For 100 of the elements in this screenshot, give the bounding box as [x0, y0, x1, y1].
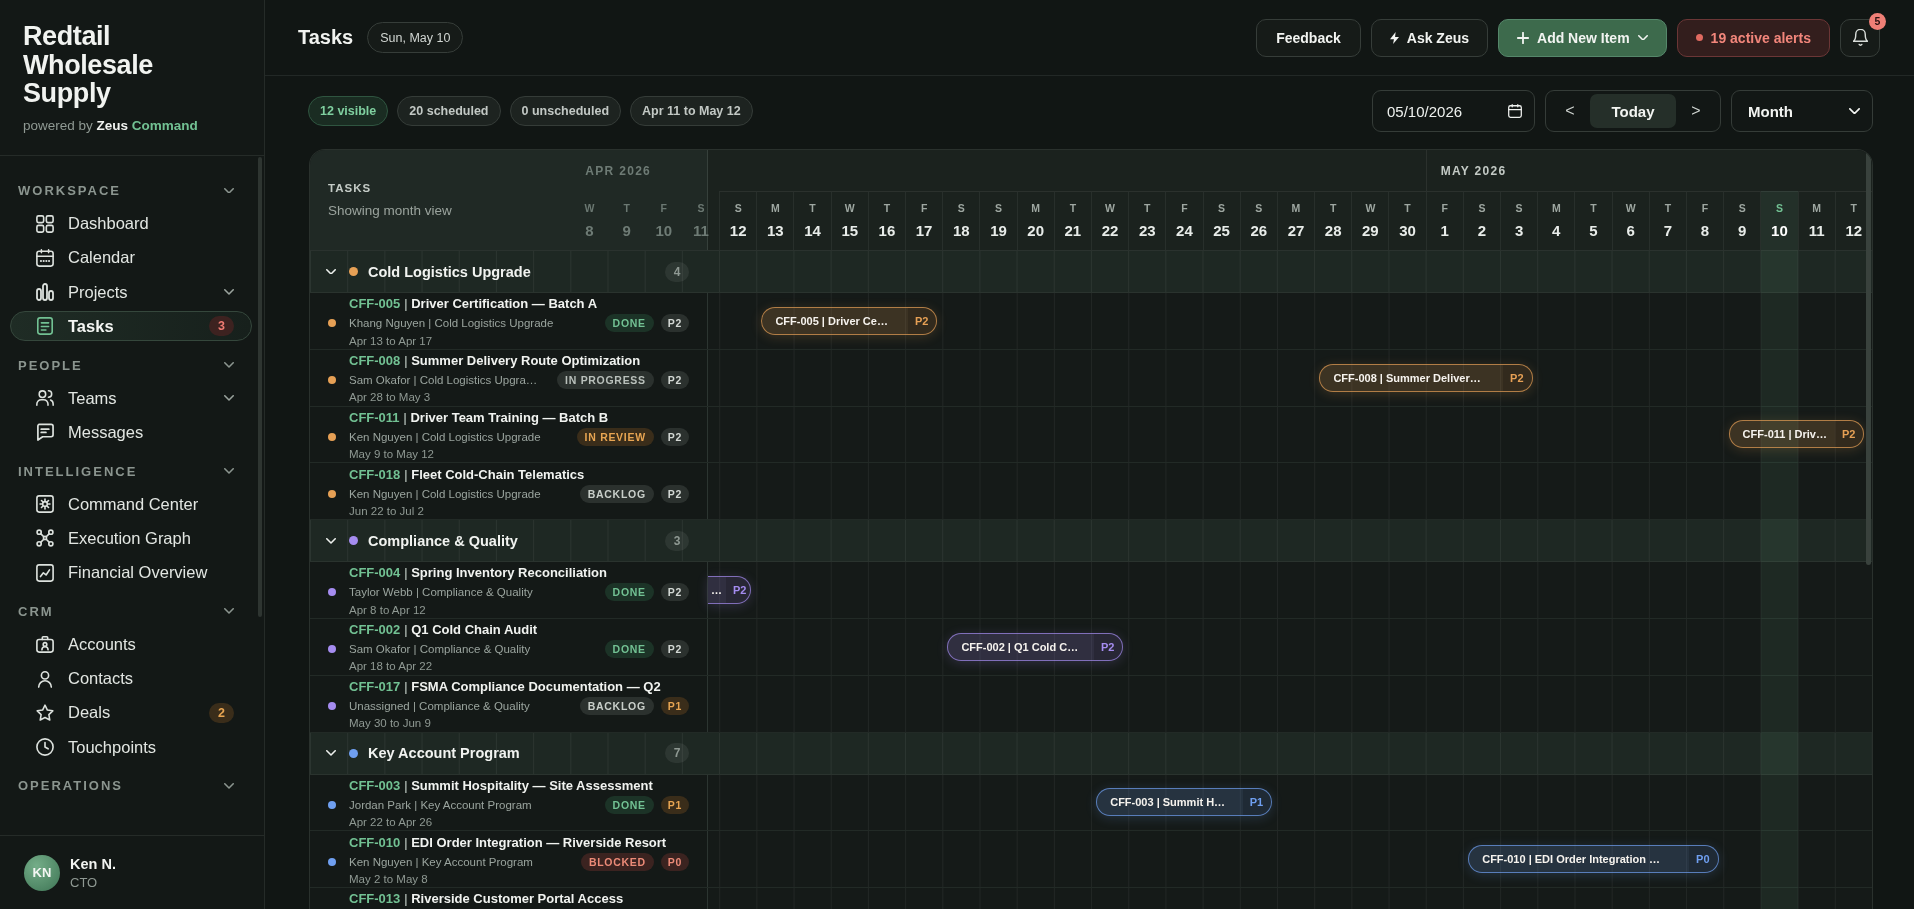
month-label: MAY 2026: [1440, 163, 1507, 178]
weekday-label: T: [883, 202, 891, 215]
nav-item[interactable]: Messages: [10, 417, 252, 448]
task-dates: Jun 22 to Jul 2: [349, 503, 424, 519]
nav-item[interactable]: Calendar: [10, 242, 252, 273]
view-select[interactable]: Month: [1731, 90, 1873, 132]
section-header[interactable]: CRM: [10, 596, 252, 627]
next-button[interactable]: >: [1676, 95, 1716, 127]
task-bar[interactable]: CFF-010 | EDI Order Integration … P0: [1468, 845, 1719, 874]
task-bar[interactable]: CFF-011 | Driv… P2: [1728, 420, 1865, 449]
chat-icon: [36, 423, 54, 442]
bar-chart-icon: [36, 283, 54, 302]
chevron-down-icon: [1849, 107, 1860, 115]
weekday-label: T: [1590, 202, 1597, 215]
weekday-label: M: [1291, 202, 1301, 215]
priority-tag: P1: [1242, 789, 1272, 816]
task-bar[interactable]: CFF-002 | Q1 Cold C… P2: [947, 632, 1124, 661]
task-bar[interactable]: CFF-005 | Driver Ce… P2: [761, 306, 938, 335]
date-label: 1: [1440, 222, 1449, 240]
date-label: 18: [952, 222, 970, 240]
date-label: 28: [1324, 222, 1342, 240]
group-name: Cold Logistics Upgrade: [368, 263, 532, 280]
section-header[interactable]: PEOPLE: [10, 350, 252, 381]
count-badge: 2: [209, 702, 234, 723]
date-label: 23: [1138, 222, 1156, 240]
weekday-label: T: [1850, 202, 1857, 215]
chevron-down-icon[interactable]: [326, 750, 336, 756]
date-label: 8: [585, 222, 594, 240]
chevron-down-icon[interactable]: [326, 268, 336, 275]
weekday-label: M: [770, 202, 780, 215]
date-label: 17: [915, 222, 933, 240]
section-header[interactable]: INTELLIGENCE: [10, 456, 252, 487]
date-label: 10: [655, 222, 673, 240]
alerts-button[interactable]: 19 active alerts: [1676, 18, 1830, 57]
weekday-label: T: [623, 202, 630, 215]
date-label: 8: [1700, 222, 1710, 240]
task-meta: Sam Okafor | Cold Logistics Upgra…: [349, 374, 539, 387]
date-label: 6: [1626, 222, 1635, 240]
nav-item[interactable]: Dashboard: [10, 208, 252, 239]
date-label: 9: [622, 222, 631, 240]
panel-title: TASKS: [328, 181, 372, 196]
section-header[interactable]: WORKSPACE: [10, 175, 252, 206]
task-meta: Ken Nguyen | Cold Logistics Upgrade: [349, 430, 542, 443]
group-name: Key Account Program: [368, 745, 521, 762]
priority-tag: P0: [1689, 846, 1718, 873]
weekday-label: M: [1551, 202, 1561, 215]
nav-item[interactable]: Accounts: [10, 629, 252, 660]
priority-tag: P2: [1093, 633, 1123, 660]
lightning-icon: [1389, 31, 1399, 44]
task-meta: Ken Nguyen | Cold Logistics Upgrade: [349, 487, 542, 500]
priority-tag: P2: [726, 577, 751, 604]
weekday-label: T: [1329, 202, 1337, 215]
today-button[interactable]: Today: [1590, 94, 1676, 128]
task-bar[interactable]: … P2: [708, 576, 752, 605]
priority-badge: P2: [660, 640, 689, 659]
task-meta: Taylor Webb | Compliance & Quality: [349, 586, 534, 599]
previous-button[interactable]: <: [1550, 95, 1590, 127]
task-bar[interactable]: CFF-008 | Summer Deliver… P2: [1319, 363, 1533, 392]
nav-item[interactable]: Touchpoints: [10, 732, 252, 763]
priority-badge: P2: [660, 314, 689, 333]
task-meta: Jordan Park | Key Account Program: [349, 798, 533, 811]
nav-item[interactable]: Contacts: [10, 663, 252, 694]
chevron-down-icon[interactable]: [326, 537, 336, 544]
status-badge: IN PROGRESS: [557, 371, 654, 390]
task-dates: May 2 to May 8: [349, 871, 428, 887]
priority-badge: P1: [660, 795, 689, 814]
nav-item[interactable]: Financial Overview: [10, 557, 252, 588]
priority-badge: P2: [660, 484, 689, 503]
priority-tag: P2: [1834, 421, 1864, 448]
weekday-label: S: [1738, 202, 1746, 215]
weekday-label: S: [957, 202, 965, 215]
weekday-label: F: [920, 202, 928, 215]
task-bar[interactable]: CFF-003 | Summit H… P1: [1096, 788, 1273, 817]
task-title: CFF-017 | FSMA Compliance Documentation — Q2: [349, 678, 661, 696]
nav-item[interactable]: Deals 2: [10, 697, 252, 728]
section-header[interactable]: OPERATIONS: [10, 770, 252, 801]
weekday-label: T: [809, 202, 816, 215]
user-avatar: KN: [24, 854, 60, 891]
line-chart-icon: [36, 563, 54, 582]
nav-item[interactable]: Teams: [10, 383, 252, 414]
status-badge: DONE: [604, 583, 654, 602]
date-field[interactable]: 05/10/2026: [1372, 90, 1535, 132]
assistant-button[interactable]: Ask Zeus: [1370, 18, 1488, 57]
nav-item[interactable]: Command Center: [10, 489, 252, 520]
task-title: CFF-011 | Driver Team Training — Batch B: [349, 408, 609, 426]
task-title: CFF-005 | Driver Certification — Batch A: [349, 295, 598, 313]
count-badge: 7: [665, 743, 689, 764]
nav-item[interactable]: Tasks 3: [10, 311, 252, 342]
nav-item[interactable]: Execution Graph: [10, 523, 252, 554]
date-label: 3: [1514, 222, 1524, 240]
feedback-button[interactable]: Feedback: [1256, 18, 1361, 57]
weekday-label: T: [1404, 202, 1411, 215]
nav-item[interactable]: Projects: [10, 277, 252, 308]
add-item-button[interactable]: Add New Item: [1498, 18, 1667, 57]
status-badge: BLOCKED: [580, 852, 654, 871]
weekday-label: S: [1515, 202, 1523, 215]
weekday-label: T: [1144, 202, 1151, 215]
task-dates: Apr 18 to Apr 22: [349, 659, 433, 675]
notifications-button[interactable]: [1840, 18, 1880, 57]
stat-chip: Apr 11 to May 12: [630, 96, 753, 126]
